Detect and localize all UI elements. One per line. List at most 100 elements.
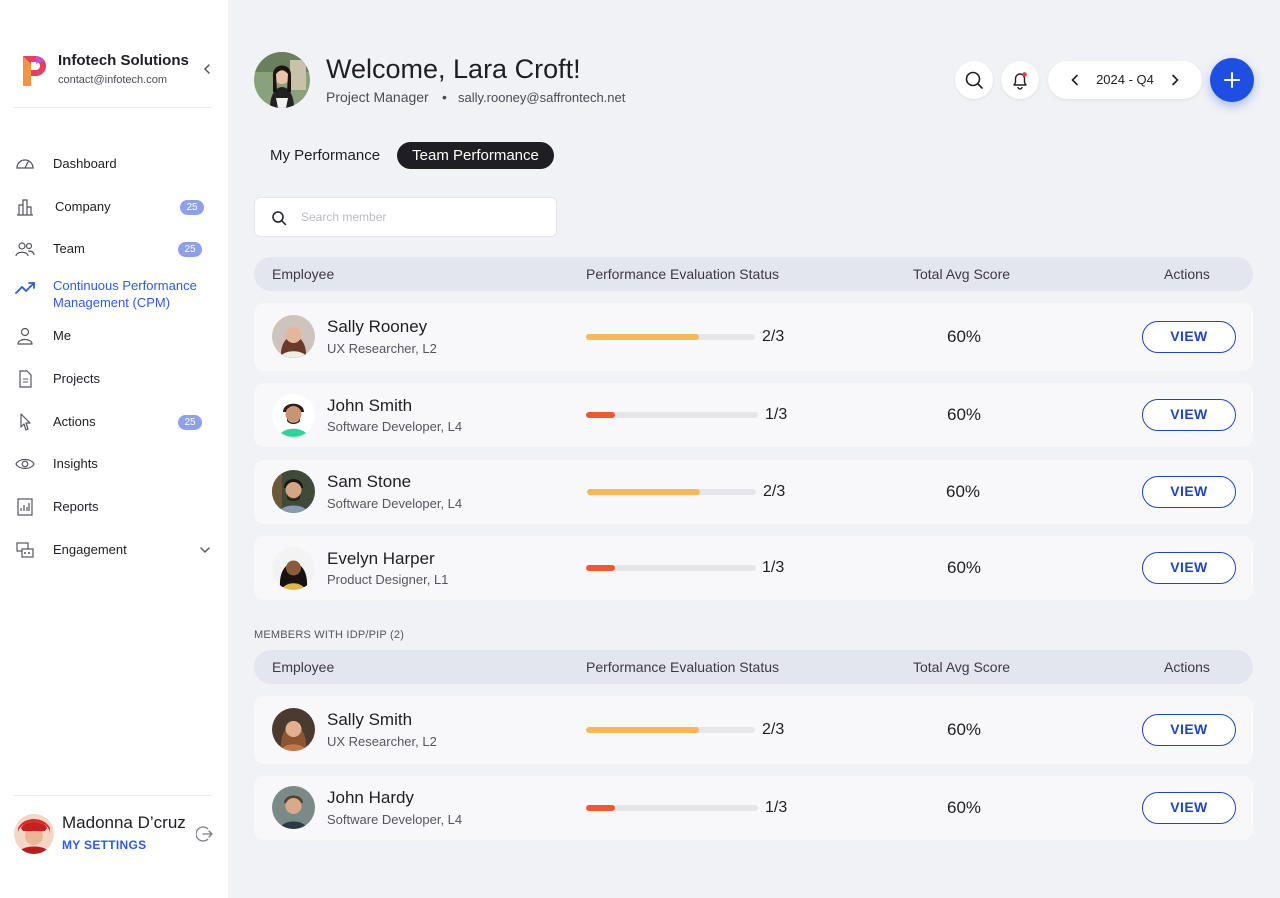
avatar[interactable] xyxy=(254,52,310,108)
report-icon xyxy=(17,498,33,516)
view-button[interactable]: VIEW xyxy=(1142,714,1236,746)
column-header-actions: Actions xyxy=(1164,659,1210,675)
search-input[interactable] xyxy=(301,207,541,227)
org-switcher[interactable]: Infotech Solutions contact@infotech.com xyxy=(18,50,214,110)
sidebar-item-label: Engagement xyxy=(53,542,127,557)
notifications-button[interactable] xyxy=(1001,61,1039,99)
column-header-status: Performance Evaluation Status xyxy=(586,266,779,282)
column-header-employee: Employee xyxy=(272,266,335,282)
search-button[interactable] xyxy=(955,61,993,99)
avg-score: 60% xyxy=(946,558,982,577)
count-badge: 25 xyxy=(178,415,202,430)
sidebar-item-label: Continuous Performance Management (CPM) xyxy=(53,278,197,310)
sidebar-item-label: Reports xyxy=(53,499,99,514)
progress-fill xyxy=(586,727,700,733)
dashboard-gauge-icon xyxy=(16,159,34,169)
add-button[interactable] xyxy=(1210,58,1254,102)
sidebar-item-company[interactable]: Company 25 xyxy=(0,189,228,225)
column-header-actions: Actions xyxy=(1164,266,1210,282)
evaluation-progress-bar xyxy=(586,334,755,340)
avatar xyxy=(272,315,315,358)
sidebar-item-label: Projects xyxy=(53,371,100,386)
evaluation-progress-bar xyxy=(586,727,755,733)
sidebar-item-projects[interactable]: Projects xyxy=(0,361,228,397)
employee-title: Product Designer, L1 xyxy=(327,572,449,587)
avg-score: 60% xyxy=(946,327,982,346)
view-button[interactable]: VIEW xyxy=(1142,399,1236,431)
trend-line-icon xyxy=(15,282,35,294)
sidebar-item-reports[interactable]: Reports xyxy=(0,489,228,525)
employee-name: John Hardy xyxy=(327,788,414,807)
team-users-icon xyxy=(15,242,35,257)
count-badge: 25 xyxy=(178,242,202,257)
sidebar-divider xyxy=(14,795,212,796)
tab-my-performance[interactable]: My Performance xyxy=(254,142,396,169)
progress-fill xyxy=(586,334,700,340)
view-button[interactable]: VIEW xyxy=(1142,321,1236,353)
current-user-name: Madonna D’cruz xyxy=(62,813,186,832)
company-buildings-icon xyxy=(17,199,33,216)
sidebar-item-actions[interactable]: Actions 25 xyxy=(0,404,228,440)
evaluation-progress-bar xyxy=(586,805,758,811)
table-row: John Hardy Software Developer, L4 1/3 60… xyxy=(254,776,1253,840)
progress-fill xyxy=(587,489,701,495)
employee-name: Sally Smith xyxy=(327,710,413,729)
user-icon xyxy=(17,327,33,345)
avatar xyxy=(272,547,315,590)
employee-title: UX Researcher, L2 xyxy=(327,341,437,356)
collapse-chevron-icon[interactable] xyxy=(200,62,214,76)
bell-icon xyxy=(1013,72,1027,90)
logout-icon[interactable] xyxy=(196,825,214,843)
tab-team-performance[interactable]: Team Performance xyxy=(397,142,554,169)
search-icon xyxy=(965,71,983,89)
sidebar-item-label: Dashboard xyxy=(53,156,117,171)
evaluation-progress-label: 1/3 xyxy=(765,799,788,816)
sidebar-item-dashboard[interactable]: Dashboard xyxy=(0,146,228,182)
employee-title: UX Researcher, L2 xyxy=(327,734,437,749)
table-row: Sam Stone Software Developer, L4 2/3 60%… xyxy=(254,460,1253,524)
sidebar-item-insights[interactable]: Insights xyxy=(0,446,228,482)
progress-fill xyxy=(586,412,616,418)
chevron-down-icon[interactable] xyxy=(199,544,211,556)
sidebar-item-me[interactable]: Me xyxy=(0,318,228,354)
org-name: Infotech Solutions xyxy=(58,52,189,69)
column-header-employee: Employee xyxy=(272,659,335,675)
org-email: contact@infotech.com xyxy=(58,74,167,86)
employee-name: Sam Stone xyxy=(327,472,412,491)
sidebar-item-label: Insights xyxy=(53,456,98,471)
evaluation-progress-label: 2/3 xyxy=(763,483,786,500)
plus-icon xyxy=(1224,72,1240,88)
sidebar-item-label: Company xyxy=(55,199,111,214)
view-button[interactable]: VIEW xyxy=(1142,552,1236,584)
column-header-score: Total Avg Score xyxy=(913,659,1011,675)
my-settings-link[interactable]: MY SETTINGS xyxy=(62,838,146,852)
sidebar-item-cpm[interactable]: Continuous Performance Management (CPM) xyxy=(0,276,228,312)
avatar[interactable] xyxy=(14,814,54,854)
chevron-right-icon[interactable] xyxy=(1168,73,1182,87)
user-role: Project Manager xyxy=(326,89,429,105)
progress-fill xyxy=(586,805,616,811)
avatar xyxy=(272,708,315,751)
avatar xyxy=(272,470,315,513)
employee-name: Evelyn Harper xyxy=(327,549,435,568)
sidebar-item-engagement[interactable]: Engagement xyxy=(0,532,228,568)
employee-title: Software Developer, L4 xyxy=(327,496,463,511)
table-header: Employee Performance Evaluation Status T… xyxy=(254,257,1253,291)
evaluation-progress-bar xyxy=(587,489,756,495)
view-button[interactable]: VIEW xyxy=(1142,476,1236,508)
eye-icon xyxy=(15,458,35,470)
sidebar-item-team[interactable]: Team 25 xyxy=(0,231,228,267)
table-row: Evelyn Harper Product Designer, L1 1/3 6… xyxy=(254,536,1253,600)
avatar xyxy=(272,394,315,437)
sidebar-item-label: Me xyxy=(53,328,72,343)
page-title: Welcome, Lara Croft! xyxy=(326,54,581,84)
table-header: Employee Performance Evaluation Status T… xyxy=(254,650,1253,684)
separator-dot: • xyxy=(442,89,447,105)
view-button[interactable]: VIEW xyxy=(1142,792,1236,824)
avg-score: 60% xyxy=(946,720,982,739)
period-selector: 2024 - Q4 xyxy=(1048,61,1202,99)
avg-score: 60% xyxy=(945,482,981,501)
employee-title: Software Developer, L4 xyxy=(327,419,463,434)
evaluation-progress-label: 1/3 xyxy=(765,406,788,423)
count-badge: 25 xyxy=(180,200,204,215)
